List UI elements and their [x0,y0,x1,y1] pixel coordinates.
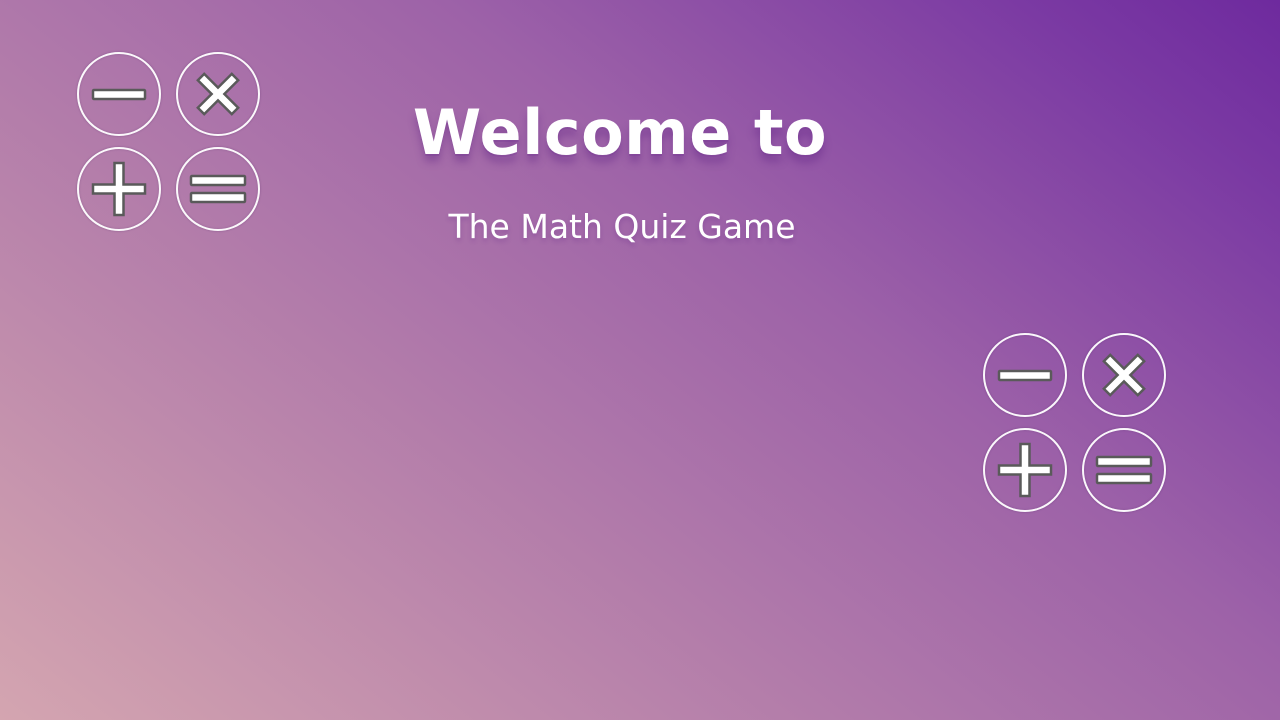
welcome-title: Welcome to [412,96,828,169]
math-symbols-bottom-right [981,331,1171,517]
plus-icon [983,428,1067,512]
times-icon [1082,333,1166,417]
game-subtitle: The Math Quiz Game [448,207,796,246]
minus-icon [983,333,1067,417]
equals-icon [1082,428,1166,512]
